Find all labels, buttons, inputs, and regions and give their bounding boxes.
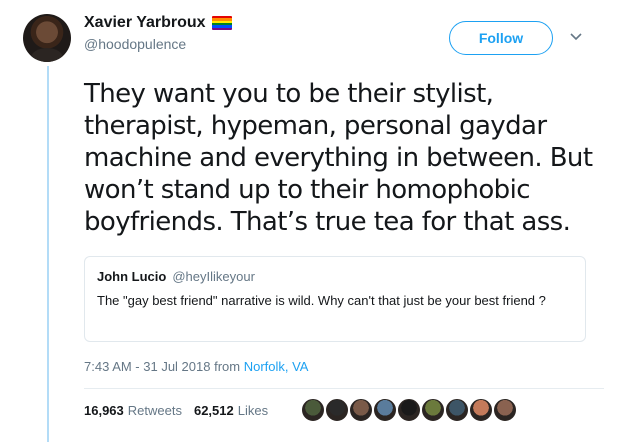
liker-avatar[interactable]	[492, 397, 518, 423]
quote-handle: @heyIlikeyour	[172, 269, 255, 284]
tweet-stats: 16,963 Retweets 62,512 Likes	[84, 403, 268, 418]
tweet-timestamp: 7:43 AM - 31 Jul 2018 from Norfolk, VA	[84, 359, 308, 374]
quote-text: The "gay best friend" narrative is wild.…	[97, 293, 546, 308]
liker-avatar[interactable]	[348, 397, 374, 423]
tweet-line: therapist, hypeman, personal gaydar	[84, 111, 547, 141]
liker-avatars	[300, 397, 518, 423]
liker-avatar[interactable]	[372, 397, 398, 423]
divider	[84, 388, 604, 389]
liker-avatar[interactable]	[300, 397, 326, 423]
liker-avatar[interactable]	[324, 397, 350, 423]
thread-line	[47, 66, 49, 442]
liker-avatar[interactable]	[468, 397, 494, 423]
author-display-name[interactable]: Xavier Yarbroux	[84, 14, 206, 32]
author-header: Xavier Yarbroux @hoodopulence	[84, 14, 232, 52]
pride-flag-icon	[211, 16, 232, 30]
location-link[interactable]: Norfolk, VA	[244, 359, 309, 374]
tweet-line: won’t stand up to their homophobic	[84, 175, 530, 205]
timestamp-time[interactable]: 7:43 AM - 31 Jul 2018 from	[84, 359, 244, 374]
tweet-line: boyfriends. That’s true tea for that ass…	[84, 207, 571, 237]
chevron-down-icon[interactable]	[569, 30, 583, 44]
liker-avatar[interactable]	[396, 397, 422, 423]
quoted-tweet[interactable]: John Lucio @heyIlikeyour The "gay best f…	[84, 256, 586, 342]
retweets-count: 16,963	[84, 403, 124, 418]
quote-display-name: John Lucio	[97, 269, 167, 284]
liker-avatar[interactable]	[444, 397, 470, 423]
tweet-line: They want you to be their stylist,	[84, 79, 494, 109]
likes-stat[interactable]: 62,512 Likes	[194, 403, 268, 418]
tweet-line: machine and everything in between. But	[84, 143, 593, 173]
retweets-stat[interactable]: 16,963 Retweets	[84, 403, 182, 418]
tweet-text: They want you to be their stylist, thera…	[84, 78, 604, 238]
avatar[interactable]	[23, 14, 71, 62]
retweets-label: Retweets	[127, 403, 182, 418]
author-handle[interactable]: @hoodopulence	[84, 36, 232, 52]
likes-count: 62,512	[193, 403, 234, 418]
follow-button[interactable]: Follow	[449, 21, 553, 55]
liker-avatar[interactable]	[420, 397, 446, 423]
pride-stripe	[211, 27, 232, 30]
likes-label: Likes	[237, 403, 269, 418]
